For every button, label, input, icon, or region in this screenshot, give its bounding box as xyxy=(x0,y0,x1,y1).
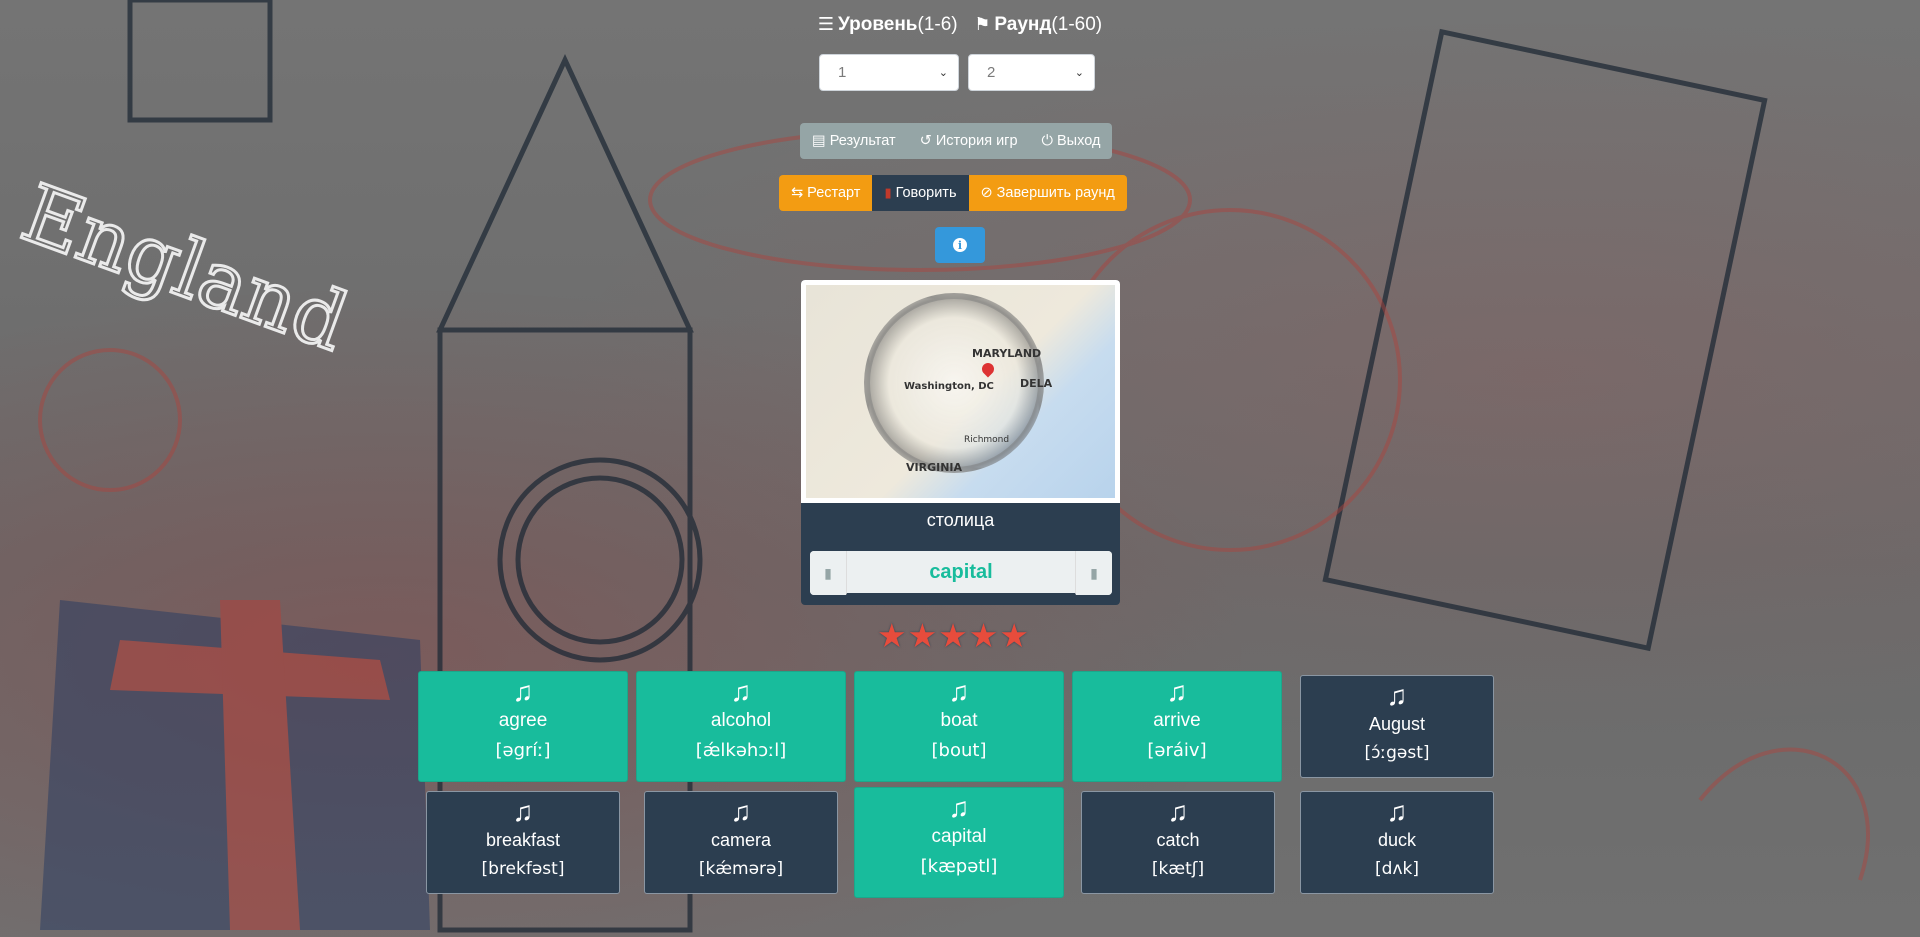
word-tile-transcription: [kǽmərə] xyxy=(698,859,784,879)
history-button[interactable]: ↺ История игр xyxy=(907,123,1030,159)
result-button[interactable]: ▤ Результат xyxy=(800,123,908,159)
game-screen: ☰ Уровень(1-6) ⚑ Раунд(1-60) 1 ⌄ 2 ⌄ ▤ Рез… xyxy=(0,0,1920,937)
music-note-icon: ♫ xyxy=(730,796,752,827)
action-button-group: ⇆ Рестарт ▮ Говорить ⊘ Завершить раунд xyxy=(779,175,1127,211)
history-button-label: История игр xyxy=(935,133,1018,149)
word-tile[interactable]: ♫ breakfast [brekfəst] xyxy=(426,791,620,894)
round-label: Раунд xyxy=(994,14,1052,35)
exit-button[interactable]: ⏻ Выход xyxy=(1029,123,1113,159)
word-tile[interactable]: ♫ duck [dʌk] xyxy=(1300,791,1494,894)
microphone-icon: ▮ xyxy=(884,185,892,200)
round-select[interactable]: 2 ⌄ xyxy=(968,54,1095,91)
retweet-icon: ⇆ xyxy=(791,185,804,201)
word-tile-word: agree xyxy=(498,710,548,731)
word-image-frame: MARYLAND Washington, DC DELA Richmond VI… xyxy=(801,280,1120,503)
word-tile-word: duck xyxy=(1377,830,1417,850)
word-tile-transcription: [dʌk] xyxy=(1375,859,1419,879)
star-icon: ★ xyxy=(877,617,907,654)
map-label-dela: DELA xyxy=(1020,377,1053,390)
map-label-maryland: MARYLAND xyxy=(972,347,1042,360)
history-icon: ↺ xyxy=(919,133,932,149)
star-rating: ★ ★ ★ ★ ★ xyxy=(877,619,1029,652)
level-select-value: 1 xyxy=(838,64,847,81)
finish-round-button-label: Завершить раунд xyxy=(996,185,1115,201)
word-tile-transcription: [ɔ́ːgəst] xyxy=(1364,743,1430,763)
word-tile-transcription: [əráiv] xyxy=(1147,740,1207,761)
music-note-icon: ♫ xyxy=(730,676,752,707)
map-label-washington: Washington, DC xyxy=(904,381,994,392)
translation-text: столица xyxy=(926,510,995,530)
answer-input[interactable]: capital xyxy=(846,551,1076,595)
exit-button-label: Выход xyxy=(1057,133,1101,149)
map-label-virginia: VIRGINIA xyxy=(906,461,963,474)
word-tile[interactable]: ♫ capital [kæpətl] xyxy=(854,787,1064,898)
word-tile-transcription: [kæpətl] xyxy=(920,856,998,877)
result-button-label: Результат xyxy=(829,133,896,149)
word-tile-word: August xyxy=(1368,714,1426,734)
chevron-down-icon: ⌄ xyxy=(1074,67,1084,79)
word-tile-word: boat xyxy=(940,710,978,731)
word-tile-word: arrive xyxy=(1153,710,1201,731)
answer-input-group: ▮ capital ▮ xyxy=(810,551,1112,595)
star-icon: ★ xyxy=(999,617,1029,654)
speak-button-label: Говорить xyxy=(895,185,957,201)
level-round-header: ☰ Уровень(1-6) ⚑ Раунд(1-60) xyxy=(0,14,1920,36)
word-tile-transcription: [ǽlkəhɔːl] xyxy=(695,740,787,761)
word-tile[interactable]: ♫ arrive [əráiv] xyxy=(1072,671,1282,782)
chevron-down-icon: ⌄ xyxy=(938,67,948,79)
restart-button-label: Рестарт xyxy=(807,185,861,201)
finish-round-button[interactable]: ⊘ Завершить раунд xyxy=(968,175,1127,211)
restart-button[interactable]: ⇆ Рестарт xyxy=(779,175,873,211)
level-select[interactable]: 1 ⌄ xyxy=(819,54,959,91)
word-tile[interactable]: ♫ alcohol [ǽlkəhɔːl] xyxy=(636,671,846,782)
word-tile-word: alcohol xyxy=(710,710,772,731)
music-note-icon: ♫ xyxy=(1386,680,1408,711)
word-tile-transcription: [bout] xyxy=(931,740,987,761)
word-tile[interactable]: ♫ agree [əgríː] xyxy=(418,671,628,782)
microphone-icon[interactable]: ▮ xyxy=(810,551,846,595)
star-icon: ★ xyxy=(907,617,938,654)
word-tile-transcription: [kætʃ] xyxy=(1151,859,1205,879)
music-note-icon: ♫ xyxy=(512,796,534,827)
level-round-selects: 1 ⌄ 2 ⌄ xyxy=(819,54,1095,91)
word-tile-word: capital xyxy=(931,826,987,847)
ban-icon: ⊘ xyxy=(980,185,993,201)
layers-icon: ☰ xyxy=(817,14,835,34)
word-image: MARYLAND Washington, DC DELA Richmond VI… xyxy=(806,285,1115,498)
word-tile[interactable]: ♫ August [ɔ́ːgəst] xyxy=(1300,675,1494,778)
info-button[interactable]: i xyxy=(935,227,985,263)
music-note-icon: ♫ xyxy=(948,792,970,823)
map-label-richmond: Richmond xyxy=(964,435,1010,445)
word-tile[interactable]: ♫ boat [bout] xyxy=(854,671,1064,782)
info-icon: i xyxy=(953,238,967,252)
word-card: MARYLAND Washington, DC DELA Richmond VI… xyxy=(801,280,1120,605)
level-label: Уровень xyxy=(838,14,918,35)
document-icon: ▤ xyxy=(812,133,826,149)
music-note-icon: ♫ xyxy=(1166,676,1188,707)
word-tile-transcription: [brekfəst] xyxy=(481,859,565,879)
word-tile-word: catch xyxy=(1156,830,1200,850)
music-note-icon: ♫ xyxy=(948,676,970,707)
word-tile[interactable]: ♫ camera [kǽmərə] xyxy=(644,791,838,894)
music-note-icon: ♫ xyxy=(1386,796,1408,827)
star-icon: ★ xyxy=(938,617,968,654)
nav-button-group: ▤ Результат ↺ История игр ⏻ Выход xyxy=(800,123,1113,159)
word-tile-word: breakfast xyxy=(485,830,561,850)
microphone-icon[interactable]: ▮ xyxy=(1076,551,1112,595)
music-note-icon: ♫ xyxy=(1167,796,1189,827)
round-select-value: 2 xyxy=(987,64,996,81)
speak-button[interactable]: ▮ Говорить xyxy=(872,175,969,211)
music-note-icon: ♫ xyxy=(512,676,534,707)
flag-icon: ⚑ xyxy=(974,14,991,34)
round-range: (1-60) xyxy=(1051,14,1103,35)
word-tile[interactable]: ♫ catch [kætʃ] xyxy=(1081,791,1275,894)
star-icon: ★ xyxy=(968,617,999,654)
level-range: (1-6) xyxy=(917,14,958,35)
power-icon: ⏻ xyxy=(1041,133,1054,149)
word-tile-transcription: [əgríː] xyxy=(495,740,551,761)
word-tile-word: camera xyxy=(710,830,772,850)
